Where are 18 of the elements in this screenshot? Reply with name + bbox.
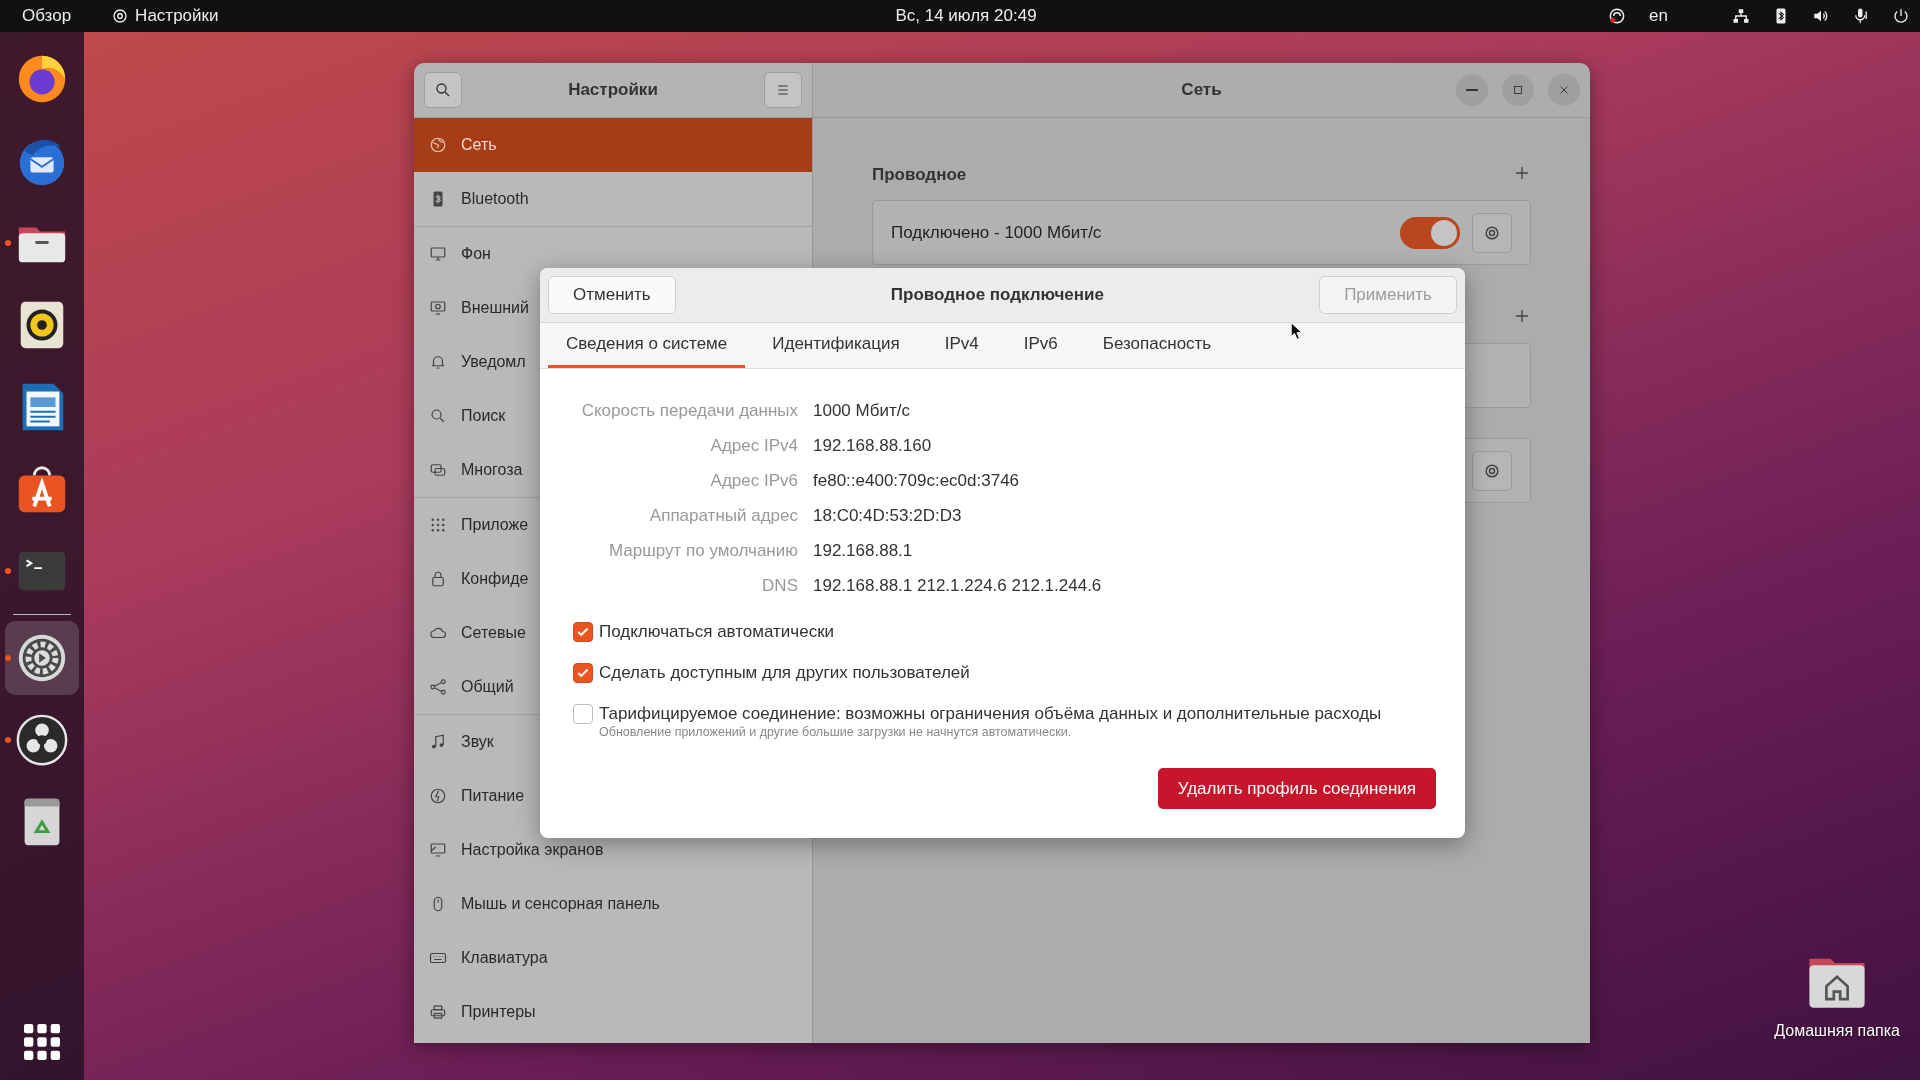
detail-label: DNS: [762, 575, 798, 596]
detail-value: fe80::e400:709c:ec0d:3746: [813, 470, 1021, 491]
connection-status: Подключено - 1000 Мбит/с: [891, 222, 1103, 243]
hint-text: Обновление приложений и другие большие загрузки не начнутся автоматически.: [599, 725, 1073, 739]
detail-value: 192.168.88.1 212.1.224.6 212.1.244.6: [813, 575, 1102, 596]
detail-label: Адрес IPv4: [710, 435, 798, 456]
detail-value: 18:C0:4D:53:2D:D3: [813, 505, 963, 526]
window-title: Сеть: [1181, 80, 1222, 100]
detail-value: 192.168.88.160: [813, 435, 933, 456]
detail-label: Аппаратный адрес: [649, 505, 798, 526]
detail-label: Скорость передачи данных: [581, 400, 798, 421]
detail-value: 1000 Мбит/с: [813, 400, 911, 421]
sidebar-title: Настройки: [568, 80, 658, 100]
section-title: Проводное: [872, 165, 967, 185]
dialog-title: Проводное подключение: [890, 285, 1104, 305]
detail-label: Адрес IPv6: [710, 470, 798, 491]
detail-label: Маршрут по умолчанию: [608, 540, 798, 561]
detail-value: 192.168.88.1: [813, 540, 914, 561]
